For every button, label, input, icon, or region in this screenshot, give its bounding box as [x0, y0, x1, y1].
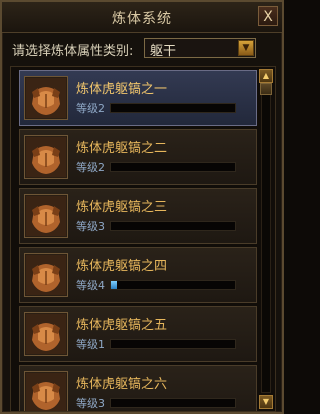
- scroll-track[interactable]: [261, 85, 271, 393]
- attribute-filter: 请选择炼体属性类别: 躯干 ▼: [12, 38, 276, 60]
- item-level: 等级3: [76, 220, 105, 233]
- list-item[interactable]: 炼体虎躯镐之五 等级1: [19, 306, 257, 362]
- armored-torso-icon: [24, 76, 68, 120]
- item-name: 炼体虎躯镐之五: [76, 318, 168, 333]
- window-title: 炼体系统: [112, 11, 172, 27]
- refining-window: 炼体系统 X 请选择炼体属性类别: 躯干 ▼ 炼体虎躯镐之一 等级2 炼体虎躯镐…: [0, 0, 284, 414]
- item-level: 等级3: [76, 397, 105, 410]
- item-name: 炼体虎躯镐之六: [76, 377, 168, 392]
- progress-bar: [110, 103, 236, 113]
- item-list: 炼体虎躯镐之一 等级2 炼体虎躯镐之二 等级2 炼体虎躯镐之三 等级3 炼体虎躯…: [19, 67, 257, 411]
- progress-bar: [110, 398, 236, 408]
- item-name: 炼体虎躯镐之二: [76, 141, 168, 156]
- scroll-up-button[interactable]: ▲: [259, 69, 273, 83]
- list-item[interactable]: 炼体虎躯镐之二 等级2: [19, 129, 257, 185]
- title-bar[interactable]: 炼体系统 X: [2, 2, 282, 33]
- filter-label: 请选择炼体属性类别:: [12, 44, 134, 59]
- close-button[interactable]: X: [258, 6, 278, 26]
- scroll-down-button[interactable]: ▼: [259, 395, 273, 409]
- armored-torso-icon: [24, 194, 68, 238]
- progress-bar: [110, 221, 236, 231]
- item-level: 等级1: [76, 338, 105, 351]
- progress-bar: [110, 280, 236, 290]
- list-item[interactable]: 炼体虎躯镐之三 等级3: [19, 188, 257, 244]
- list-item[interactable]: 炼体虎躯镐之六 等级3: [19, 365, 257, 411]
- category-select[interactable]: 躯干 ▼: [144, 38, 256, 59]
- item-level: 等级4: [76, 279, 105, 292]
- scroll-thumb[interactable]: [260, 83, 272, 95]
- armored-torso-icon: [24, 312, 68, 356]
- dropdown-arrow-icon[interactable]: ▼: [238, 40, 254, 56]
- item-name: 炼体虎躯镐之三: [76, 200, 168, 215]
- item-level: 等级2: [76, 102, 105, 115]
- progress-bar: [110, 339, 236, 349]
- list-item[interactable]: 炼体虎躯镐之一 等级2: [19, 70, 257, 126]
- armored-torso-icon: [24, 371, 68, 411]
- vertical-scrollbar[interactable]: ▲ ▼: [259, 69, 273, 409]
- list-item[interactable]: 炼体虎躯镐之四 等级4: [19, 247, 257, 303]
- progress-fill: [111, 281, 118, 289]
- item-list-frame: 炼体虎躯镐之一 等级2 炼体虎躯镐之二 等级2 炼体虎躯镐之三 等级3 炼体虎躯…: [10, 66, 276, 412]
- item-name: 炼体虎躯镐之四: [76, 259, 168, 274]
- category-select-value: 躯干: [150, 44, 177, 59]
- item-name: 炼体虎躯镐之一: [76, 82, 168, 97]
- item-level: 等级2: [76, 161, 105, 174]
- armored-torso-icon: [24, 135, 68, 179]
- progress-bar: [110, 162, 236, 172]
- armored-torso-icon: [24, 253, 68, 297]
